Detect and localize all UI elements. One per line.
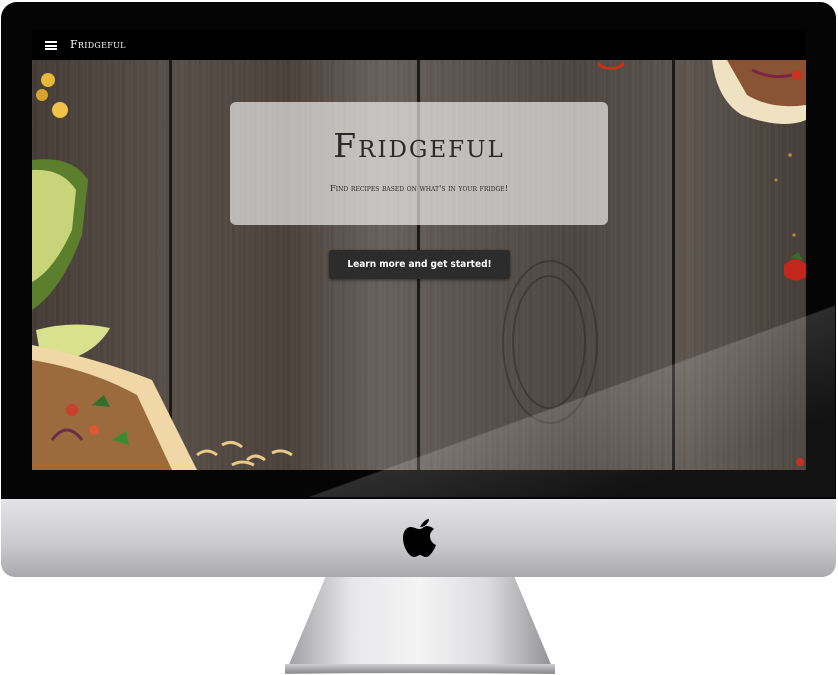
navbar-brand[interactable]: Fridgeful	[70, 38, 126, 51]
hero-card: Fridgeful Find recipes based on what's i…	[230, 102, 608, 225]
wood-knot	[502, 260, 598, 424]
top-navbar: Fridgeful	[32, 30, 806, 60]
cheese-decoration	[196, 440, 293, 467]
screen: Fridgeful Fridgeful Find recipes based o…	[32, 30, 806, 470]
hero-title: Fridgeful	[333, 126, 505, 165]
food-decoration-left	[32, 73, 197, 470]
hero-subtitle: Find recipes based on what's in your fri…	[329, 184, 509, 194]
imac-stand	[285, 577, 555, 674]
food-decoration-top	[598, 62, 624, 70]
imac-stand-base	[285, 664, 555, 673]
apple-logo-icon	[403, 519, 436, 557]
food-decoration-right	[712, 60, 806, 466]
hamburger-menu-icon[interactable]	[45, 41, 57, 50]
get-started-button[interactable]: Learn more and get started!	[329, 250, 510, 279]
